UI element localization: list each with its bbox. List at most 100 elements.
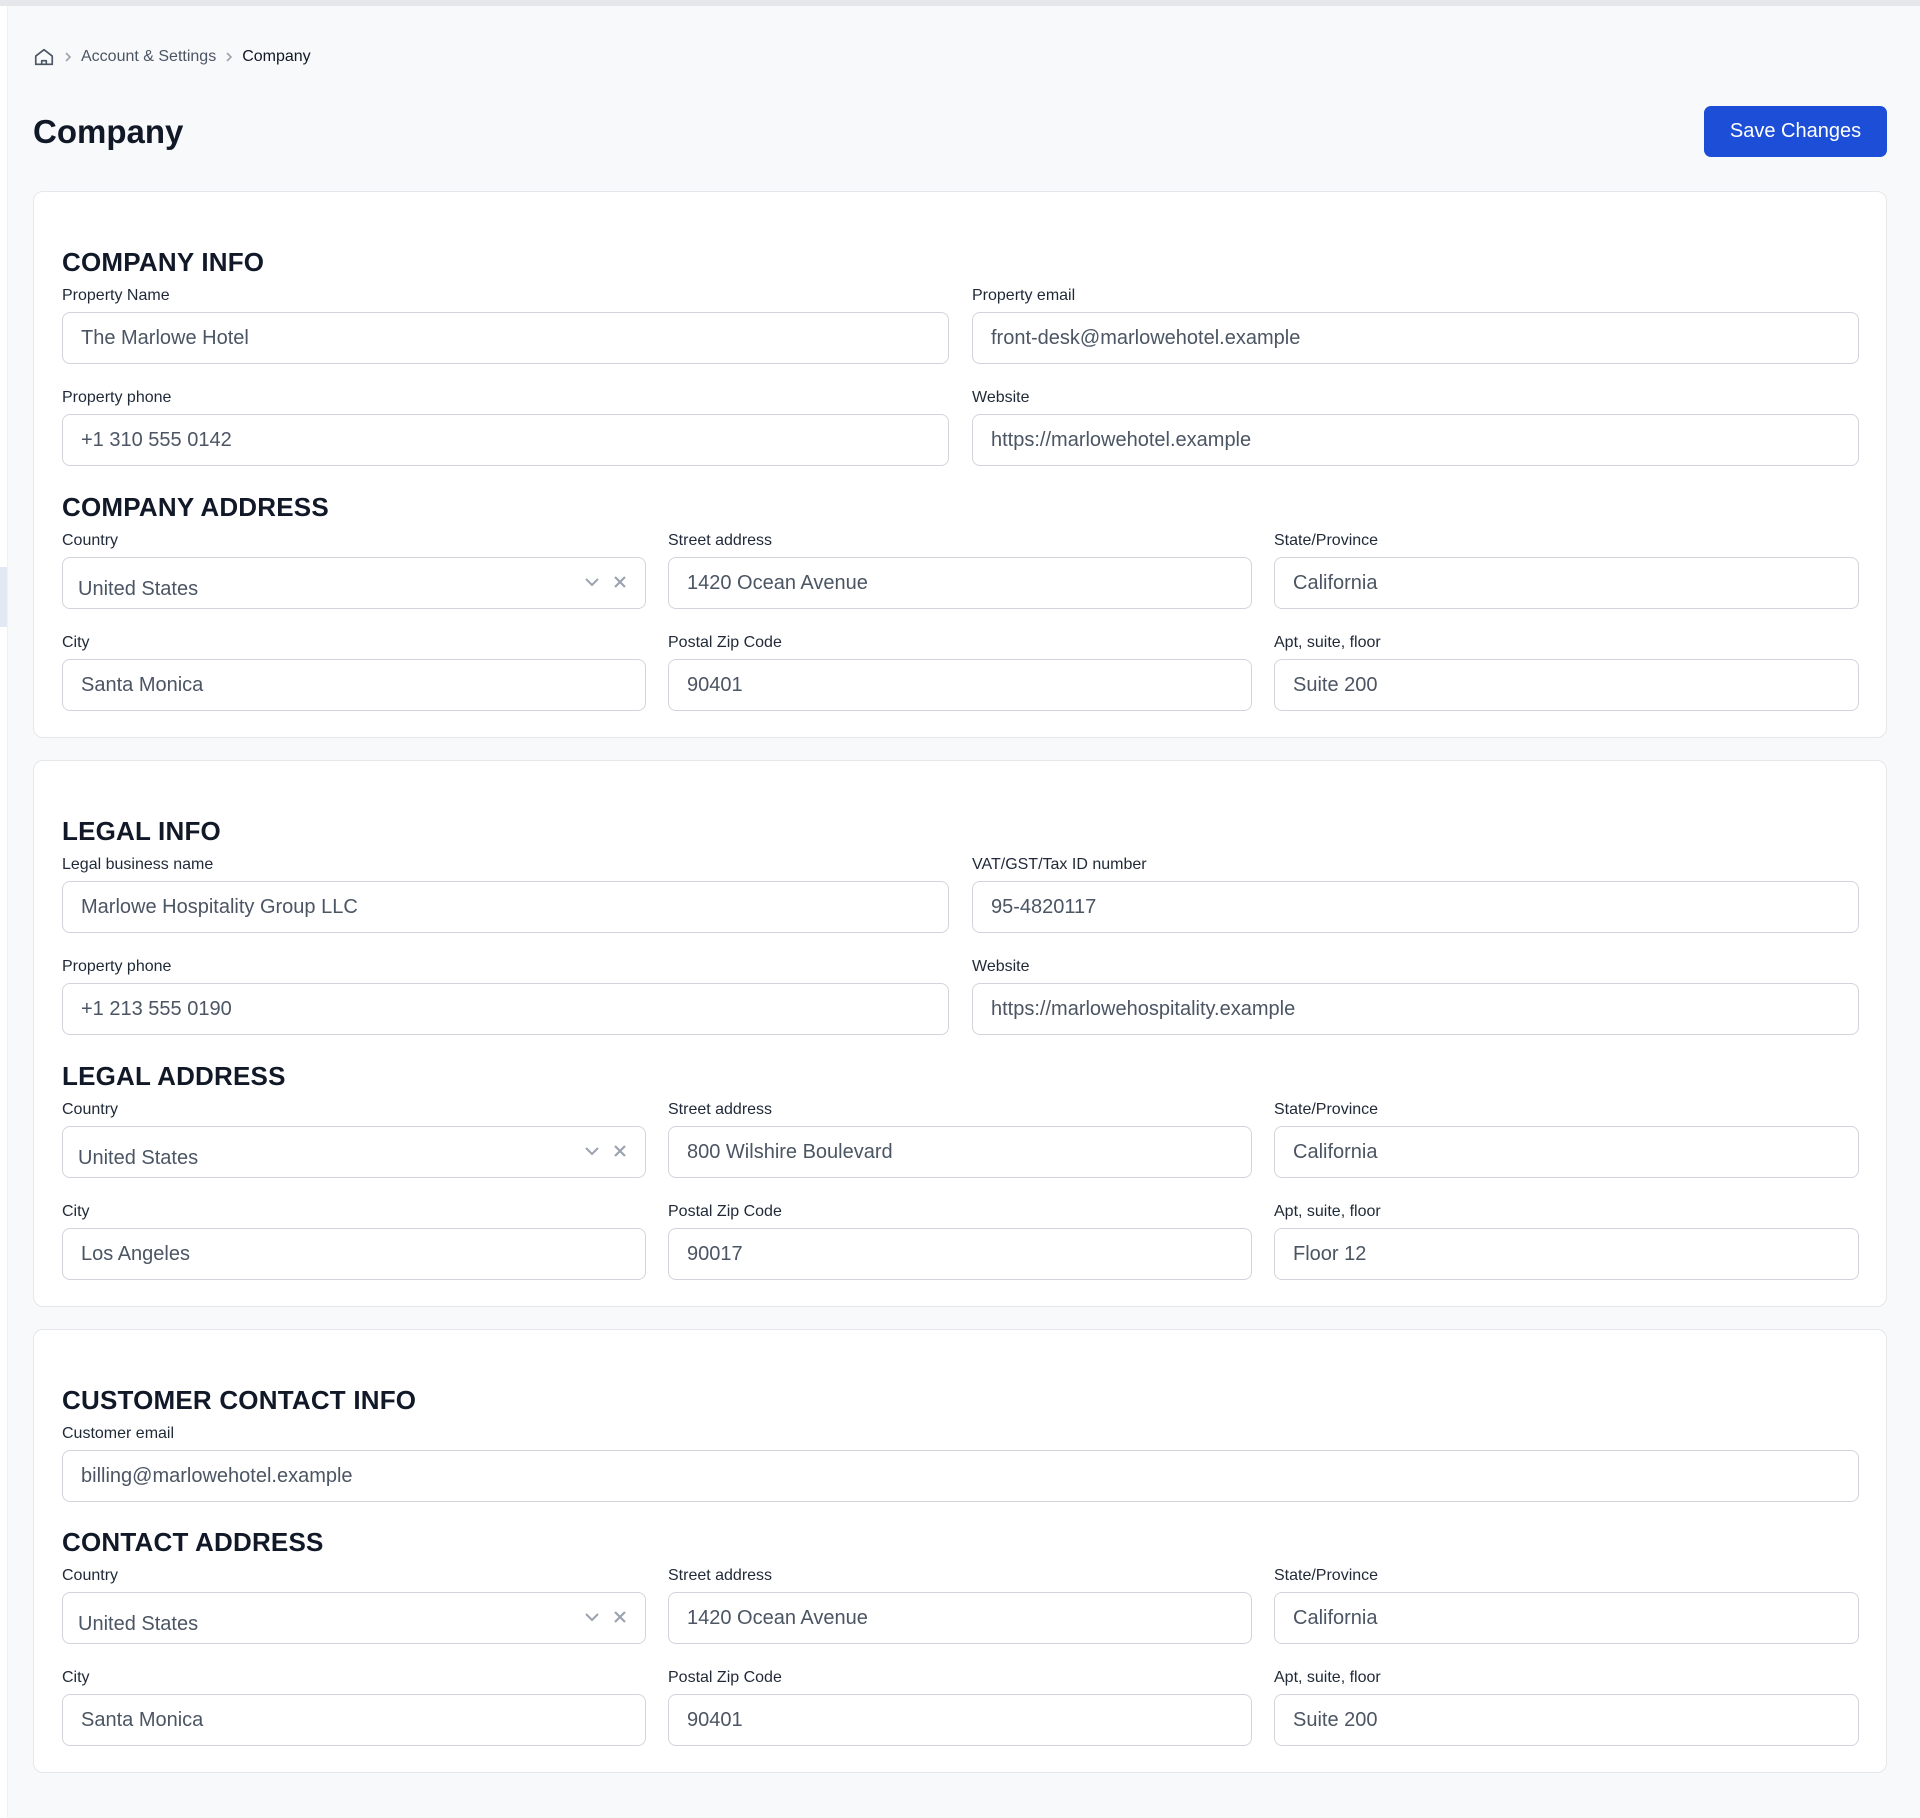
- legal-apt-suite-label: Apt, suite, floor: [1274, 1203, 1381, 1220]
- contact-country-select[interactable]: United States: [62, 1592, 646, 1644]
- breadcrumb-account-settings[interactable]: Account & Settings: [81, 48, 216, 66]
- legal-state-label: State/Province: [1274, 1101, 1379, 1118]
- street-address-label: Street address: [668, 532, 773, 549]
- contact-postal-code-input[interactable]: 90401: [668, 1694, 1252, 1746]
- customer-email-field: Customer email billing@marlowehotel.exam…: [62, 1424, 1859, 1502]
- street-address-input[interactable]: 1420 Ocean Avenue: [668, 557, 1252, 609]
- customer-contact-heading: CUSTOMER CONTACT INFO: [62, 1385, 417, 1415]
- legal-phone-field: Property phone +1 213 555 0190: [62, 957, 949, 1035]
- breadcrumb: Account & Settings Company: [33, 46, 311, 68]
- tax-id-field: VAT/GST/Tax ID number 95-4820117: [972, 855, 1859, 933]
- contact-street-address-field: Street address 1420 Ocean Avenue: [668, 1566, 1252, 1644]
- property-name-field: Property Name The Marlowe Hotel: [62, 286, 949, 364]
- contact-street-address-input[interactable]: 1420 Ocean Avenue: [668, 1592, 1252, 1644]
- state-label: State/Province: [1274, 532, 1379, 549]
- property-email-field: Property email front-desk@marlowehotel.e…: [972, 286, 1859, 364]
- legal-city-input[interactable]: Los Angeles: [62, 1228, 646, 1280]
- home-icon[interactable]: [33, 46, 55, 68]
- contact-postal-code-field: Postal Zip Code 90401: [668, 1668, 1252, 1746]
- company-card: COMPANY INFO Property Name The Marlowe H…: [33, 191, 1887, 738]
- legal-phone-input[interactable]: +1 213 555 0190: [62, 983, 949, 1035]
- customer-email-input[interactable]: billing@marlowehotel.example: [62, 1450, 1859, 1502]
- state-input[interactable]: California: [1274, 557, 1859, 609]
- chevron-down-icon[interactable]: [583, 573, 601, 591]
- apt-suite-label: Apt, suite, floor: [1274, 634, 1381, 651]
- contact-city-field: City Santa Monica: [62, 1668, 646, 1746]
- contact-state-label: State/Province: [1274, 1567, 1379, 1584]
- customer-contact-card: CUSTOMER CONTACT INFO Customer email bil…: [33, 1329, 1887, 1773]
- legal-business-name-label: Legal business name: [62, 856, 214, 873]
- contact-street-address-label: Street address: [668, 1567, 773, 1584]
- country-value: United States: [78, 577, 199, 600]
- chevron-right-icon: [61, 50, 75, 64]
- legal-apt-suite-input[interactable]: Floor 12: [1274, 1228, 1859, 1280]
- tax-id-input[interactable]: 95-4820117: [972, 881, 1859, 933]
- contact-country-label: Country: [62, 1567, 119, 1584]
- apt-suite-field: Apt, suite, floor Suite 200: [1274, 633, 1859, 711]
- contact-apt-suite-field: Apt, suite, floor Suite 200: [1274, 1668, 1859, 1746]
- legal-website-label: Website: [972, 958, 1030, 975]
- legal-street-address-label: Street address: [668, 1101, 773, 1118]
- postal-code-label: Postal Zip Code: [668, 634, 782, 651]
- contact-postal-code-label: Postal Zip Code: [668, 1669, 782, 1686]
- legal-business-name-input[interactable]: Marlowe Hospitality Group LLC: [62, 881, 949, 933]
- contact-address-heading: CONTACT ADDRESS: [62, 1527, 324, 1557]
- legal-apt-suite-field: Apt, suite, floor Floor 12: [1274, 1202, 1859, 1280]
- legal-street-address-field: Street address 800 Wilshire Boulevard: [668, 1100, 1252, 1178]
- legal-country-value: United States: [78, 1146, 199, 1169]
- left-edge: [0, 6, 8, 1818]
- legal-state-field: State/Province California: [1274, 1100, 1859, 1178]
- legal-city-label: City: [62, 1203, 90, 1220]
- contact-city-label: City: [62, 1669, 90, 1686]
- property-email-label: Property email: [972, 287, 1076, 304]
- chevron-down-icon[interactable]: [583, 1142, 601, 1160]
- contact-apt-suite-label: Apt, suite, floor: [1274, 1669, 1381, 1686]
- country-field: Country United States: [62, 531, 646, 609]
- contact-city-input[interactable]: Santa Monica: [62, 1694, 646, 1746]
- street-address-field: Street address 1420 Ocean Avenue: [668, 531, 1252, 609]
- legal-state-input[interactable]: California: [1274, 1126, 1859, 1178]
- apt-suite-input[interactable]: Suite 200: [1274, 659, 1859, 711]
- contact-country-value: United States: [78, 1612, 199, 1635]
- legal-address-heading: LEGAL ADDRESS: [62, 1061, 286, 1091]
- legal-business-name-field: Legal business name Marlowe Hospitality …: [62, 855, 949, 933]
- website-field: Website https://marlowehotel.example: [972, 388, 1859, 466]
- contact-state-input[interactable]: California: [1274, 1592, 1859, 1644]
- legal-website-field: Website https://marlowehospitality.examp…: [972, 957, 1859, 1035]
- chevron-down-icon[interactable]: [583, 1608, 601, 1626]
- legal-street-address-input[interactable]: 800 Wilshire Boulevard: [668, 1126, 1252, 1178]
- city-input[interactable]: Santa Monica: [62, 659, 646, 711]
- country-label: Country: [62, 532, 119, 549]
- property-phone-input[interactable]: +1 310 555 0142: [62, 414, 949, 466]
- company-address-heading: COMPANY ADDRESS: [62, 492, 329, 522]
- city-field: City Santa Monica: [62, 633, 646, 711]
- property-email-input[interactable]: front-desk@marlowehotel.example: [972, 312, 1859, 364]
- legal-country-select[interactable]: United States: [62, 1126, 646, 1178]
- close-icon[interactable]: [611, 1608, 629, 1626]
- close-icon[interactable]: [611, 1142, 629, 1160]
- property-name-label: Property Name: [62, 287, 170, 304]
- legal-postal-code-field: Postal Zip Code 90017: [668, 1202, 1252, 1280]
- company-info-heading: COMPANY INFO: [62, 247, 265, 277]
- contact-state-field: State/Province California: [1274, 1566, 1859, 1644]
- property-name-input[interactable]: The Marlowe Hotel: [62, 312, 949, 364]
- contact-apt-suite-input[interactable]: Suite 200: [1274, 1694, 1859, 1746]
- state-field: State/Province California: [1274, 531, 1859, 609]
- country-select[interactable]: United States: [62, 557, 646, 609]
- legal-card: LEGAL INFO Legal business name Marlowe H…: [33, 760, 1887, 1307]
- tax-id-label: VAT/GST/Tax ID number: [972, 856, 1147, 873]
- postal-code-field: Postal Zip Code 90401: [668, 633, 1252, 711]
- property-phone-label: Property phone: [62, 389, 172, 406]
- breadcrumb-current: Company: [242, 48, 311, 65]
- property-phone-field: Property phone +1 310 555 0142: [62, 388, 949, 466]
- legal-postal-code-input[interactable]: 90017: [668, 1228, 1252, 1280]
- legal-phone-label: Property phone: [62, 958, 172, 975]
- page-title: Company: [33, 113, 184, 150]
- save-changes-button[interactable]: Save Changes: [1704, 106, 1887, 157]
- website-input[interactable]: https://marlowehotel.example: [972, 414, 1859, 466]
- postal-code-input[interactable]: 90401: [668, 659, 1252, 711]
- legal-website-input[interactable]: https://marlowehospitality.example: [972, 983, 1859, 1035]
- chevron-right-icon: [222, 50, 236, 64]
- close-icon[interactable]: [611, 573, 629, 591]
- top-divider: [0, 0, 1920, 6]
